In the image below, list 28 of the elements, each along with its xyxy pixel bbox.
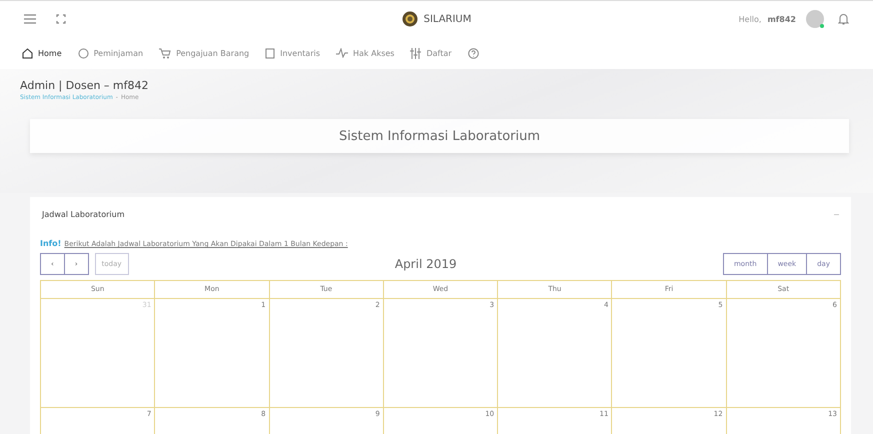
card-title: Jadwal Laboratorium [42,210,124,218]
avatar[interactable] [806,10,824,28]
collapse-button[interactable]: – [834,209,839,219]
nav-item[interactable]: Hak Akses [336,48,394,58]
greeting: Hello, [738,14,762,24]
pulse-icon [336,48,348,58]
logo-icon [402,11,418,27]
sliders-icon [410,48,422,58]
nav-item[interactable]: Inventaris [265,48,320,58]
bell-icon[interactable] [838,13,849,25]
nav-item[interactable] [468,48,479,58]
banner-title: Sistem Informasi Laboratorium [338,128,540,144]
cart-icon [159,48,172,58]
info-label: Info! [40,239,62,248]
nav-item[interactable]: Peminjaman [78,48,144,58]
coin-icon [78,48,89,58]
nav-item[interactable]: Home [22,48,62,58]
brand-name: SILARIUM [424,14,472,24]
home-icon [22,48,33,58]
page-title: Admin | Dosen – mf842 [20,79,150,92]
calendar-title: April 2019 [394,257,458,271]
menu-icon[interactable] [24,14,36,24]
nav-item[interactable]: Pengajuan Barang [159,48,250,58]
username: mf842 [767,14,796,24]
fullscreen-icon[interactable] [56,14,66,24]
nav-item[interactable]: Daftar [410,48,452,58]
help-icon [468,48,479,58]
clipboard-icon [265,48,276,58]
